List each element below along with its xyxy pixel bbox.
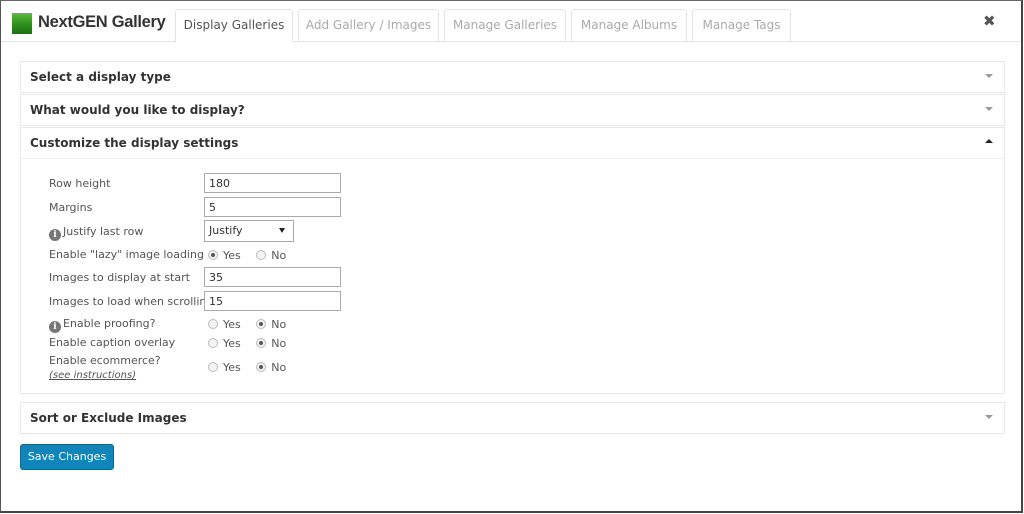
tab-add-gallery-images[interactable]: Add Gallery / Images xyxy=(298,9,439,41)
images-scrolling-label: Images to load when scrolling xyxy=(49,295,214,308)
ecommerce-label: Enable ecommerce? xyxy=(49,354,161,367)
nextgen-modal: NextGEN Gallery Display Galleries Add Ga… xyxy=(0,0,1023,513)
section-header[interactable]: Sort or Exclude Images xyxy=(21,403,1004,433)
chevron-up-icon xyxy=(985,139,993,143)
ecommerce-no-radio[interactable] xyxy=(256,362,267,372)
section-customize-display-settings: Customize the display settings Row heigh… xyxy=(20,127,1005,394)
chevron-down-icon xyxy=(985,107,993,111)
proofing-yes-radio[interactable] xyxy=(208,319,218,329)
see-instructions-link[interactable]: (see instructions) xyxy=(49,370,136,381)
chevron-down-icon xyxy=(985,74,993,78)
images-at-start-input[interactable] xyxy=(204,267,341,287)
display-settings-form: Row height Margins iJustify last row Jus… xyxy=(21,158,1004,393)
margins-input[interactable] xyxy=(204,197,341,217)
caption-overlay-label: Enable caption overlay xyxy=(49,336,176,349)
radio-label: Yes xyxy=(223,249,241,262)
section-header[interactable]: Select a display type xyxy=(21,62,1004,92)
caption-overlay-radio-group: Yes No xyxy=(208,337,298,350)
modal-header: NextGEN Gallery Display Galleries Add Ga… xyxy=(1,1,1021,42)
row-height-label: Row height xyxy=(49,177,111,190)
justify-last-row-select[interactable]: Justify xyxy=(204,220,294,242)
info-icon[interactable]: i xyxy=(49,321,61,333)
justify-last-row-label: Justify last row xyxy=(63,225,144,238)
proofing-no-radio[interactable] xyxy=(256,319,267,329)
radio-label: No xyxy=(271,361,287,374)
section-title: Select a display type xyxy=(30,70,171,84)
ecommerce-radio-group: Yes No xyxy=(208,361,298,374)
section-select-display-type: Select a display type xyxy=(20,61,1005,93)
chevron-down-icon xyxy=(985,415,993,419)
close-icon[interactable]: ✖ xyxy=(983,13,997,29)
radio-label: No xyxy=(271,318,287,331)
tab-manage-albums[interactable]: Manage Albums xyxy=(571,9,687,41)
proofing-row: i Enable proofing? xyxy=(49,317,155,333)
radio-label: No xyxy=(271,337,287,350)
section-title: What would you like to display? xyxy=(30,103,245,117)
proofing-radio-group: Yes No xyxy=(208,318,298,331)
section-title: Sort or Exclude Images xyxy=(30,411,187,425)
caption-overlay-no-radio[interactable] xyxy=(256,338,267,348)
info-icon[interactable]: i xyxy=(49,229,61,241)
images-at-start-label: Images to display at start xyxy=(49,271,190,284)
dropdown-arrow-icon xyxy=(279,228,285,233)
lazy-loading-yes-radio[interactable] xyxy=(208,250,218,260)
radio-label: Yes xyxy=(223,318,241,331)
ecommerce-row: Enable ecommerce? (see instructions) xyxy=(49,354,161,383)
tab-display-galleries[interactable]: Display Galleries xyxy=(175,9,293,42)
ecommerce-yes-radio[interactable] xyxy=(208,362,218,372)
lazy-loading-label: Enable "lazy" image loading xyxy=(49,248,204,261)
tab-manage-tags[interactable]: Manage Tags xyxy=(692,9,791,41)
row-height-input[interactable] xyxy=(204,173,341,193)
radio-label: Yes xyxy=(223,337,241,350)
section-header[interactable]: What would you like to display? xyxy=(21,95,1004,125)
brand-title: NextGEN Gallery xyxy=(38,13,166,31)
section-title: Customize the display settings xyxy=(30,136,239,150)
lazy-loading-no-radio[interactable] xyxy=(256,250,267,260)
images-scrolling-input[interactable] xyxy=(204,291,341,311)
select-value: Justify xyxy=(209,224,243,237)
margins-label: Margins xyxy=(49,201,93,214)
radio-label: Yes xyxy=(223,361,241,374)
save-changes-button[interactable]: Save Changes xyxy=(20,444,114,470)
section-sort-exclude-images: Sort or Exclude Images xyxy=(20,402,1005,434)
radio-label: No xyxy=(271,249,287,262)
nextgen-logo-icon xyxy=(12,13,32,34)
proofing-label: Enable proofing? xyxy=(63,317,156,330)
justify-last-row-row: i Justify last row xyxy=(49,225,143,241)
section-header[interactable]: Customize the display settings xyxy=(21,128,1004,158)
section-what-to-display: What would you like to display? xyxy=(20,94,1005,126)
tab-manage-galleries[interactable]: Manage Galleries xyxy=(444,9,566,41)
caption-overlay-yes-radio[interactable] xyxy=(208,338,218,348)
lazy-loading-radio-group: Yes No xyxy=(208,249,298,262)
